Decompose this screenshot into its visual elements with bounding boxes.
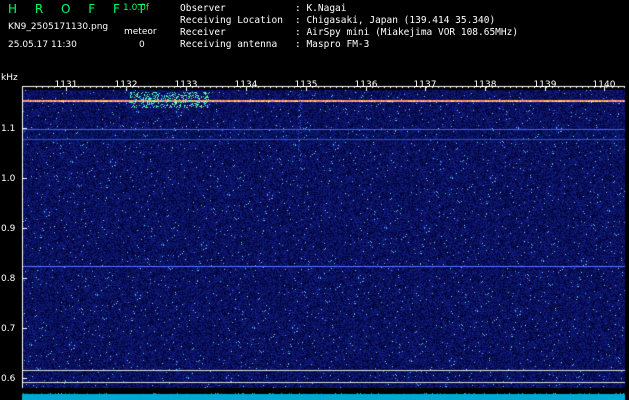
info-antenna: Receiving antenna : Maspro FM-3 [180,40,369,50]
meteor-count: 0 [139,40,145,50]
info-value: : Maspro FM-3 [295,39,370,50]
y-tick-label: 0.6 [1,374,16,384]
info-observer: Observer : K.Nagai [180,4,346,14]
y-tick-label: 1.1 [1,124,16,134]
info-value: : AirSpy mini (Miakejima VOR 108.65MHz) [295,27,519,38]
x-tick-label: 1133 [174,80,198,90]
app-version: 1.0.0f [123,3,150,13]
x-tick-label: 1132 [114,80,138,90]
header-panel: H R O F F T 1.0.0f KN9_2505171130.png me… [0,0,629,72]
x-tick-label: 1137 [413,80,437,90]
x-tick-label: 1136 [354,80,378,90]
x-tick-label: 1134 [234,80,258,90]
info-key: Receiver [180,27,226,38]
y-tick-label: 0.7 [1,324,16,334]
info-location: Receiving Location : Chigasaki, Japan (13… [180,16,495,26]
info-key: Receiving Location [180,15,283,26]
y-tick-label: 0.8 [1,274,16,284]
file-name: KN9_2505171130.png [8,22,109,32]
y-tick-label: 1.0 [1,174,16,184]
info-key: Receiving antenna [180,39,278,50]
x-tick-label: 1131 [54,80,78,90]
info-key: Observer [180,3,226,14]
x-tick-label: 1139 [533,80,557,90]
y-tick-label: 0.9 [1,224,16,234]
x-tick-label: 1140 [592,80,616,90]
info-value: : Chigasaki, Japan (139.414 35.340) [295,15,496,26]
timestamp: 25.05.17 11:30 [8,40,77,50]
x-tick-label: 1135 [294,80,318,90]
info-receiver: Receiver : AirSpy mini (Miakejima VOR 108… [180,28,518,38]
meteor-label: meteor [124,27,157,37]
spectrogram-canvas [0,72,629,400]
y-axis-unit: kHz [1,73,18,83]
info-value: : K.Nagai [295,3,347,14]
x-tick-label: 1138 [473,80,497,90]
